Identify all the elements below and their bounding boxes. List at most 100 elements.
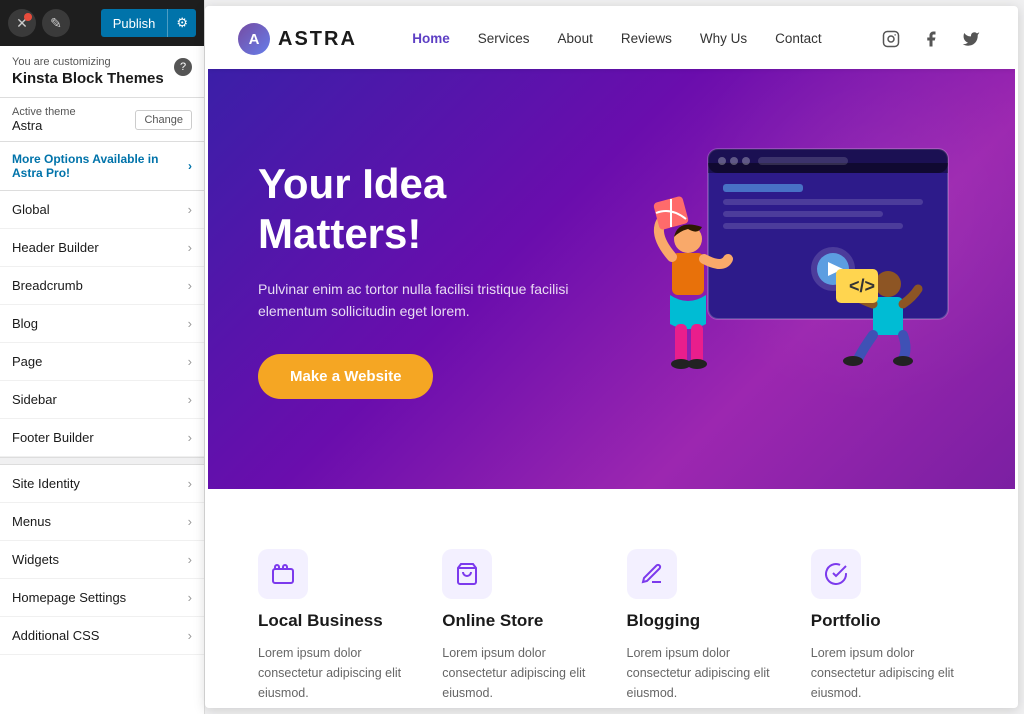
chevron-right-icon: › bbox=[188, 628, 192, 643]
feature-desc-online-store: Lorem ipsum dolor consectetur adipiscing… bbox=[442, 643, 596, 703]
chevron-right-icon: › bbox=[188, 552, 192, 567]
svg-text:</>: </> bbox=[849, 276, 875, 296]
nav-link-about[interactable]: About bbox=[558, 30, 593, 48]
hero-title: Your Idea Matters! bbox=[258, 159, 612, 260]
menu-item-widgets[interactable]: Widgets › bbox=[0, 541, 204, 579]
menu-item-additional-css[interactable]: Additional CSS › bbox=[0, 617, 204, 655]
menu-item-header-builder[interactable]: Header Builder › bbox=[0, 229, 204, 267]
pencil-icon: ✎ bbox=[50, 15, 62, 32]
menu-item-sidebar-label: Sidebar bbox=[12, 392, 57, 407]
site-name: Kinsta Block Themes bbox=[12, 70, 164, 87]
feature-card-local-business: Local Business Lorem ipsum dolor consect… bbox=[258, 549, 412, 703]
help-icon[interactable]: ? bbox=[174, 58, 192, 76]
instagram-icon[interactable] bbox=[877, 25, 905, 53]
hero-section: Your Idea Matters! Pulvinar enim ac tort… bbox=[208, 69, 1015, 489]
site-logo: A ASTRA bbox=[238, 23, 357, 55]
feature-title-online-store: Online Store bbox=[442, 611, 596, 631]
menu-item-additional-css-label: Additional CSS bbox=[12, 628, 99, 643]
twitter-icon[interactable] bbox=[957, 25, 985, 53]
edit-icon-button[interactable]: ✎ bbox=[42, 9, 70, 37]
menu-item-page-label: Page bbox=[12, 354, 42, 369]
menu-item-site-identity-label: Site Identity bbox=[12, 476, 80, 491]
chevron-right-icon: › bbox=[188, 514, 192, 529]
close-button[interactable]: ✕ bbox=[8, 9, 36, 37]
feature-desc-portfolio: Lorem ipsum dolor consectetur adipiscing… bbox=[811, 643, 965, 703]
menu-item-footer-builder-label: Footer Builder bbox=[12, 430, 94, 445]
logo-icon: A bbox=[238, 23, 270, 55]
hero-content: Your Idea Matters! Pulvinar enim ac tort… bbox=[258, 159, 612, 400]
chevron-right-icon: › bbox=[188, 476, 192, 491]
menu-item-widgets-label: Widgets bbox=[12, 552, 59, 567]
menu-item-header-builder-label: Header Builder bbox=[12, 240, 99, 255]
chevron-right-icon: › bbox=[188, 392, 192, 407]
menu-item-blog-label: Blog bbox=[12, 316, 38, 331]
notification-dot bbox=[24, 13, 32, 21]
publish-label: Publish bbox=[101, 16, 168, 31]
facebook-icon[interactable] bbox=[917, 25, 945, 53]
online-store-icon bbox=[442, 549, 492, 599]
active-theme-section: Active theme Astra Change bbox=[0, 98, 204, 142]
hero-image: </> bbox=[612, 139, 966, 419]
site-preview-panel: A ASTRA Home Services About Reviews Why … bbox=[205, 6, 1018, 708]
social-icons bbox=[877, 25, 985, 53]
top-bar: ✕ ✎ Publish ⚙ bbox=[0, 0, 204, 46]
menu-item-homepage-settings-label: Homepage Settings bbox=[12, 590, 126, 605]
menu-item-blog[interactable]: Blog › bbox=[0, 305, 204, 343]
chevron-right-icon: › bbox=[188, 202, 192, 217]
menu-section: Global › Header Builder › Breadcrumb › B… bbox=[0, 191, 204, 714]
features-section: Local Business Lorem ipsum dolor consect… bbox=[208, 489, 1015, 705]
menu-item-page[interactable]: Page › bbox=[0, 343, 204, 381]
menu-item-footer-builder[interactable]: Footer Builder › bbox=[0, 419, 204, 457]
nav-link-contact[interactable]: Contact bbox=[775, 30, 822, 48]
active-theme-label: Active theme bbox=[12, 106, 76, 118]
menu-item-homepage-settings[interactable]: Homepage Settings › bbox=[0, 579, 204, 617]
chevron-right-icon: › bbox=[188, 159, 192, 173]
chevron-right-icon: › bbox=[188, 430, 192, 445]
chevron-right-icon: › bbox=[188, 278, 192, 293]
local-business-icon bbox=[258, 549, 308, 599]
blogging-icon bbox=[627, 549, 677, 599]
menu-item-global[interactable]: Global › bbox=[0, 191, 204, 229]
feature-title-blogging: Blogging bbox=[627, 611, 781, 631]
hero-description: Pulvinar enim ac tortor nulla facilisi t… bbox=[258, 278, 612, 323]
customizer-panel: ✕ ✎ Publish ⚙ You are customizing Kinsta… bbox=[0, 0, 205, 714]
logo-text: ASTRA bbox=[278, 28, 357, 51]
nav-link-home[interactable]: Home bbox=[412, 30, 450, 48]
feature-card-online-store: Online Store Lorem ipsum dolor consectet… bbox=[442, 549, 596, 703]
menu-item-site-identity[interactable]: Site Identity › bbox=[0, 465, 204, 503]
menu-item-global-label: Global bbox=[12, 202, 50, 217]
nav-link-reviews[interactable]: Reviews bbox=[621, 30, 672, 48]
nav-link-services[interactable]: Services bbox=[478, 30, 530, 48]
menu-item-menus-label: Menus bbox=[12, 514, 51, 529]
chevron-right-icon: › bbox=[188, 354, 192, 369]
change-theme-button[interactable]: Change bbox=[135, 110, 192, 130]
menu-divider bbox=[0, 457, 204, 465]
site-nav: A ASTRA Home Services About Reviews Why … bbox=[208, 9, 1015, 69]
customizing-label: You are customizing bbox=[12, 56, 164, 68]
nav-links: Home Services About Reviews Why Us Conta… bbox=[412, 30, 821, 48]
customizing-info: You are customizing Kinsta Block Themes … bbox=[0, 46, 204, 98]
active-theme-name: Astra bbox=[12, 118, 76, 133]
feature-desc-blogging: Lorem ipsum dolor consectetur adipiscing… bbox=[627, 643, 781, 703]
menu-item-menus[interactable]: Menus › bbox=[0, 503, 204, 541]
feature-card-portfolio: Portfolio Lorem ipsum dolor consectetur … bbox=[811, 549, 965, 703]
feature-title-portfolio: Portfolio bbox=[811, 611, 965, 631]
menu-item-breadcrumb[interactable]: Breadcrumb › bbox=[0, 267, 204, 305]
menu-item-breadcrumb-label: Breadcrumb bbox=[12, 278, 83, 293]
nav-link-why-us[interactable]: Why Us bbox=[700, 30, 747, 48]
chevron-right-icon: › bbox=[188, 590, 192, 605]
feature-card-blogging: Blogging Lorem ipsum dolor consectetur a… bbox=[627, 549, 781, 703]
chevron-right-icon: › bbox=[188, 316, 192, 331]
site-preview: A ASTRA Home Services About Reviews Why … bbox=[208, 9, 1015, 705]
menu-item-sidebar[interactable]: Sidebar › bbox=[0, 381, 204, 419]
publish-button[interactable]: Publish ⚙ bbox=[101, 9, 196, 37]
astra-pro-banner[interactable]: More Options Available in Astra Pro! › bbox=[0, 142, 204, 191]
feature-desc-local-business: Lorem ipsum dolor consectetur adipiscing… bbox=[258, 643, 412, 703]
hero-illustration: </> bbox=[618, 139, 958, 419]
portfolio-icon bbox=[811, 549, 861, 599]
feature-title-local-business: Local Business bbox=[258, 611, 412, 631]
astra-pro-label: More Options Available in Astra Pro! bbox=[12, 152, 188, 180]
hero-cta-button[interactable]: Make a Website bbox=[258, 354, 433, 399]
chevron-right-icon: › bbox=[188, 240, 192, 255]
publish-gear-icon[interactable]: ⚙ bbox=[167, 9, 196, 37]
